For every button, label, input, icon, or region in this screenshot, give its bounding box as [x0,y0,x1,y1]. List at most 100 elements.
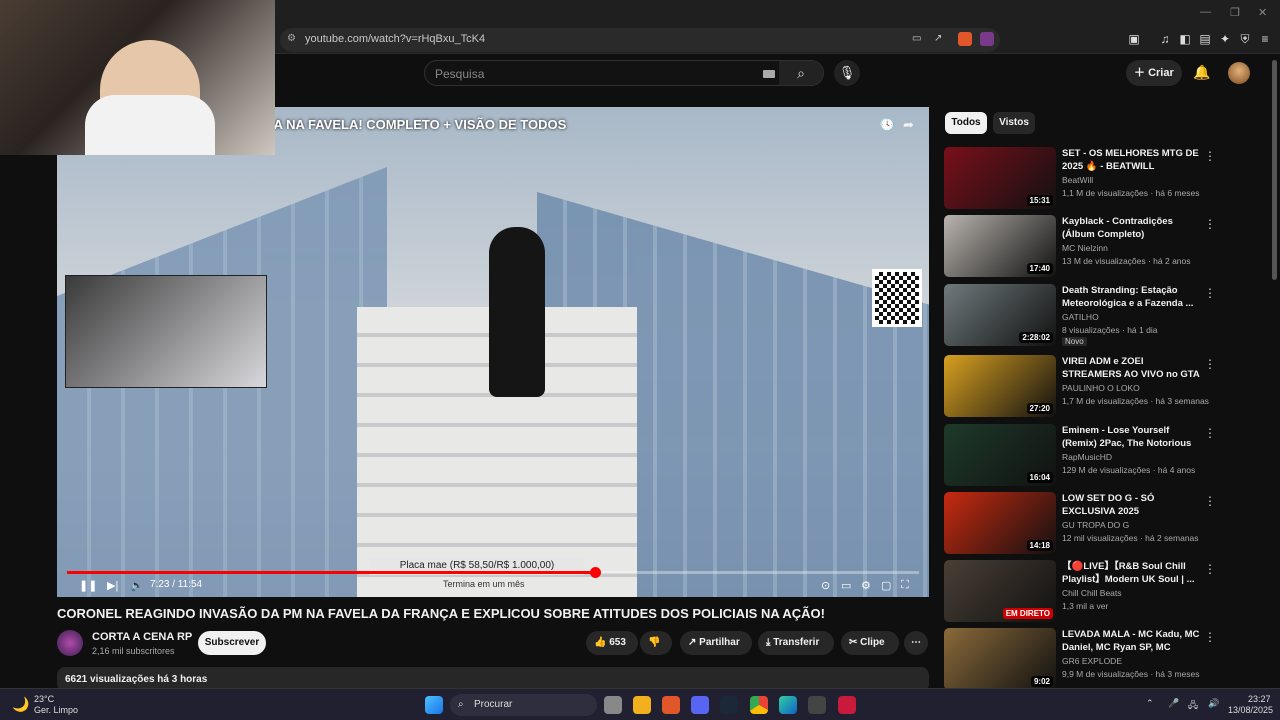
chip-todos[interactable]: Todos [945,112,987,134]
video-thumbnail[interactable]: 14:18 [944,492,1056,554]
video-thumbnail[interactable]: 16:04 [944,424,1056,486]
recommendation-item[interactable]: 2:28:02 Death Stranding: Estação Meteorol… [944,284,1264,350]
recommendation-item[interactable]: 9:02 LEVADA MALA - MC Kadu, MC Daniel, MC… [944,628,1264,694]
settings-icon[interactable]: ⚙ [861,579,871,592]
sidebar-icon[interactable]: ▣ [1127,32,1141,46]
autoplay-toggle[interactable]: ⊙ [821,579,830,592]
channel-avatar[interactable] [57,630,83,656]
recommendation-title[interactable]: LEVADA MALA - MC Kadu, MC Daniel, MC Rya… [1062,628,1202,654]
start-icon[interactable] [425,696,443,714]
wallet-icon[interactable]: ▤ [1198,32,1212,46]
video-thumbnail[interactable]: 2:28:02 [944,284,1056,346]
chrome-icon[interactable] [750,696,768,714]
video-thumbnail[interactable]: 9:02 [944,628,1056,690]
recommendation-item[interactable]: EM DIRETO 【🔴LIVE】【R&B Soul Chill Playlist… [944,560,1264,626]
share-video-icon[interactable]: ➦ [903,117,914,133]
dislike-button[interactable]: 👎 [640,631,672,655]
edge-icon[interactable] [779,696,797,714]
recommendation-title[interactable]: Eminem - Lose Yourself (Remix) 2Pac, The… [1062,424,1202,450]
recommendation-title[interactable]: Death Stranding: Estação Meteorológica e… [1062,284,1202,310]
video-thumbnail[interactable]: 17:40 [944,215,1056,277]
recommendation-channel[interactable]: GATILHO [1062,312,1099,322]
recommendation-title[interactable]: 【🔴LIVE】【R&B Soul Chill Playlist】Modern U… [1062,560,1202,586]
recommendation-title[interactable]: LOW SET DO G - SÓ EXCLUSIVA 2025 [1062,492,1202,518]
share-button[interactable]: ↗ Partilhar [680,631,752,655]
weather-icon[interactable]: 🌙 [12,696,29,713]
mic-tray-icon[interactable]: 🎤 [1168,698,1179,709]
clip-button[interactable]: ✂ Clipe [841,631,899,655]
recommendation-channel[interactable]: PAULINHO O LOKO [1062,383,1140,393]
pause-icon[interactable]: ❚❚ [79,579,97,592]
obs-icon[interactable] [808,696,826,714]
clock-date[interactable]: 13/08/2025 [1228,705,1273,715]
channel-name[interactable]: CORTA A CENA RP [92,631,192,643]
chip-vistos[interactable]: Vistos [993,112,1035,134]
network-icon[interactable]: 🖧 [1188,698,1198,714]
more-options-icon[interactable]: ⋮ [1204,357,1216,371]
panel-icon[interactable]: ◧ [1178,32,1192,46]
like-button[interactable]: 👍 653 [586,631,638,655]
cast-icon[interactable]: ▭ [912,33,921,44]
share-icon[interactable]: ↗ [934,33,942,44]
more-options-icon[interactable]: ⋮ [1204,630,1216,644]
brave-icon[interactable] [662,696,680,714]
rewards-icon[interactable] [980,32,994,46]
recommendation-channel[interactable]: Chill Chill Beats [1062,588,1122,598]
recommendation-channel[interactable]: BeatWill [1062,175,1093,185]
maximize-icon[interactable]: ❐ [1230,6,1240,19]
download-button[interactable]: ⤓ Transferir [758,631,834,655]
video-thumbnail[interactable]: EM DIRETO [944,560,1056,622]
notifications-icon[interactable]: 🔔 [1193,64,1210,81]
scrollbar[interactable] [1272,60,1277,280]
recommendation-channel[interactable]: RapMusicHD [1062,452,1112,462]
vpn-icon[interactable]: ⛨ [1238,32,1252,46]
search-input[interactable]: Pesquisa [435,67,484,81]
brave-shield-icon[interactable] [958,32,972,46]
search-icon[interactable]: ⌕ [779,61,823,85]
url-field[interactable]: ⚙ youtube.com/watch?v=rHqBxu_TcK4 ▭ ↗ [280,28,1000,52]
more-options-icon[interactable]: ⋮ [1204,217,1216,231]
ai-icon[interactable]: ✦ [1218,32,1232,46]
steam-icon[interactable] [720,696,738,714]
minimize-icon[interactable]: — [1200,6,1211,18]
recommendation-channel[interactable]: GU TROPA DO G [1062,520,1129,530]
music-icon[interactable]: ♫ [1158,32,1172,46]
task-view-icon[interactable] [604,696,622,714]
menu-icon[interactable]: ≡ [1258,32,1272,46]
avatar[interactable] [1228,62,1250,84]
recommendation-title[interactable]: SET - OS MELHORES MTG DE 2025 🔥 - BEATWI… [1062,147,1202,173]
recommendation-item[interactable]: 14:18 LOW SET DO G - SÓ EXCLUSIVA 2025 GU … [944,492,1264,558]
recommendation-item[interactable]: 15:31 SET - OS MELHORES MTG DE 2025 🔥 - B… [944,147,1264,213]
recommendation-channel[interactable]: MC Nielzinn [1062,243,1108,253]
recommendation-item[interactable]: 17:40 Kayblack - Contradições (Álbum Comp… [944,215,1264,281]
more-options-icon[interactable]: ⋮ [1204,149,1216,163]
fullscreen-icon[interactable]: ⛶ [901,579,909,592]
video-thumbnail[interactable]: 15:31 [944,147,1056,209]
recommendation-item[interactable]: 27:20 VIREI ADM e ZOEI STREAMERS AO VIVO … [944,355,1264,421]
volume-icon[interactable]: 🔈 [130,579,144,592]
more-options-icon[interactable]: ⋮ [1204,286,1216,300]
search-box[interactable]: Pesquisa ⌕ [424,60,824,86]
discord-icon[interactable] [691,696,709,714]
more-options-icon[interactable]: ⋮ [1204,494,1216,508]
more-options-icon[interactable]: ⋮ [1204,426,1216,440]
tray-chevron-icon[interactable]: ⌃ [1146,698,1154,709]
recommendation-channel[interactable]: GR6 EXPLODE [1062,656,1122,666]
recommendation-item[interactable]: 16:04 Eminem - Lose Yourself (Remix) 2Pac… [944,424,1264,490]
app-icon[interactable] [838,696,856,714]
microphone-icon[interactable]: 🎙 [834,60,860,86]
site-info-icon[interactable]: ⚙ [287,33,296,44]
video-player[interactable]: ICIA NA FAVELA! COMPLETO + VISÃO DE TODO… [57,107,929,597]
next-icon[interactable]: ▶| [107,579,118,592]
miniplayer-icon[interactable]: ▢ [881,579,891,592]
more-options-icon[interactable]: ⋮ [1204,562,1216,576]
clock-time[interactable]: 23:27 [1248,694,1271,704]
video-thumbnail[interactable]: 27:20 [944,355,1056,417]
recommendation-title[interactable]: VIREI ADM e ZOEI STREAMERS AO VIVO no GT… [1062,355,1202,381]
close-icon[interactable]: ✕ [1258,6,1267,19]
keyboard-icon[interactable] [763,70,775,78]
more-actions-button[interactable]: ⋯ [904,631,928,655]
subscribe-button[interactable]: Subscrever [198,631,266,655]
taskbar-search[interactable]: ⌕ Procurar [450,694,597,716]
watch-later-icon[interactable]: 🕓 [879,117,895,133]
